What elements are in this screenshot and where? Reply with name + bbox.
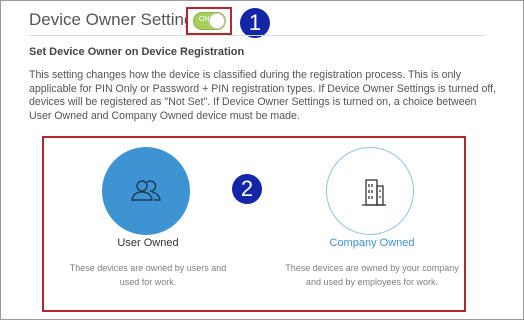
header-divider: [29, 35, 485, 36]
toggle-highlight: ON: [186, 7, 232, 35]
company-owned-circle[interactable]: [326, 147, 414, 235]
toggle-label: ON: [199, 16, 210, 23]
device-owner-toggle[interactable]: ON: [193, 12, 226, 30]
user-owned-description: These devices are owned by users and use…: [69, 263, 227, 287]
section-description: This setting changes how the device is c…: [29, 69, 497, 122]
user-owned-circle[interactable]: [102, 147, 190, 235]
company-owned-description: These devices are owned by your company …: [285, 263, 459, 287]
building-icon: [362, 179, 386, 206]
company-owned-label: Company Owned: [329, 237, 415, 249]
user-owned-label: User Owned: [117, 237, 179, 249]
section-title: Set Device Owner on Device Registration: [29, 46, 245, 58]
toggle-knob[interactable]: [209, 13, 225, 29]
callout-badge-1: 1: [240, 8, 270, 38]
page-title: Device Owner Settings: [29, 10, 202, 29]
users-icon: [131, 180, 161, 201]
callout-badge-2: 2: [232, 174, 262, 204]
